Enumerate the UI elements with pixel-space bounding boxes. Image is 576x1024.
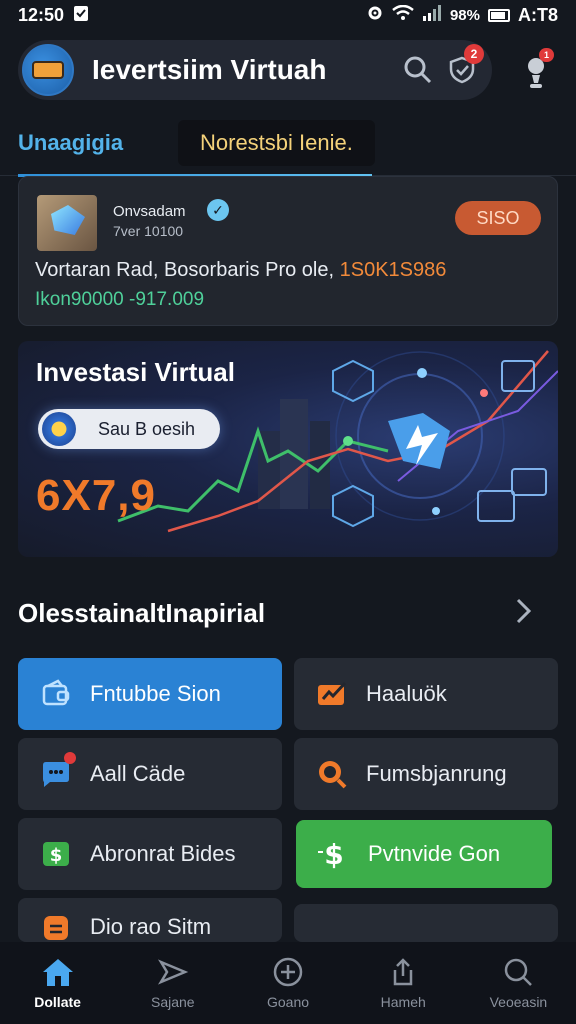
nav-share[interactable]: Hameh	[346, 942, 461, 1024]
svg-text:$: $	[50, 845, 63, 866]
search-icon	[404, 56, 432, 84]
battery-percent: 98%	[449, 6, 480, 24]
chat-icon	[38, 752, 76, 792]
shield-notifications-button[interactable]: 2	[440, 44, 484, 92]
notification-badge: 2	[464, 44, 484, 64]
app-title: Ievertsiim Virtuah	[92, 54, 327, 85]
notification-message: Vortaran Rad, Bosorbaris Pro ole, 1S0K1S…	[35, 259, 446, 282]
app-logo[interactable]	[22, 44, 74, 96]
signal-icon	[422, 4, 442, 26]
nav-home[interactable]: Dollate	[0, 942, 115, 1024]
tab-bar: Unaagigia Norestsbi Ienie.	[0, 118, 576, 177]
coin-icon	[42, 412, 76, 446]
hero-pill-label: Sau B oesih	[98, 418, 196, 439]
tile-2[interactable]: Haaluök	[294, 658, 558, 730]
hero-value: 6X7,9	[36, 471, 156, 520]
tile-2-label: Haaluök	[366, 681, 447, 706]
tile-5-label: Abronrat Bides	[90, 841, 236, 866]
nav-add[interactable]: Goano	[230, 942, 345, 1024]
hero-banner[interactable]: Investasi Virtual Sau B oesih 6X7,9	[18, 341, 558, 557]
bottom-navigation: Dollate Sajane Goano Hameh Veoeasin	[0, 942, 576, 1024]
tile-7-label: Dio rao Sitm	[90, 914, 212, 939]
tile-1[interactable]: Fntubbe Sion	[18, 658, 282, 730]
profile-badge: 1	[538, 48, 554, 62]
battery-icon	[488, 8, 510, 22]
document-icon	[38, 912, 74, 940]
notification-subtitle: 7ver 10100	[113, 223, 184, 239]
status-right-text: A:T8	[518, 4, 558, 25]
notification-message-accent: 1S0K1S986	[339, 259, 447, 281]
hero-title: Investasi Virtual	[36, 357, 235, 387]
home-icon	[42, 959, 73, 986]
logo-icon	[32, 61, 64, 79]
settings-status-icon	[366, 4, 384, 27]
verified-icon: ✓	[207, 199, 229, 221]
tile-6-label: Pvtnvide Gon	[368, 841, 501, 866]
tile-5[interactable]: $ Abronrat Bides	[18, 818, 282, 890]
wifi-icon	[392, 4, 414, 26]
tile-3-label: Aall Cäde	[90, 761, 186, 786]
nav-search[interactable]: Veoeasin	[461, 942, 576, 1024]
wallet-icon	[38, 676, 74, 712]
tile-3[interactable]: Aall Cäde	[18, 738, 282, 810]
section-title: OlesstainaltInapirial	[18, 598, 266, 628]
chevron-right-icon[interactable]	[514, 596, 534, 634]
tile-3-badge	[64, 752, 76, 764]
tile-4[interactable]: Fumsbjanrung	[294, 738, 558, 810]
search-coin-icon	[314, 756, 350, 792]
notification-card[interactable]: Onvsadam ✓ 7ver 10100 SISO Vortaran Rad,…	[18, 176, 558, 326]
nav-add-label: Goano	[266, 994, 310, 1010]
nav-send-label: Sajane	[151, 994, 195, 1010]
share-icon	[393, 958, 413, 986]
svg-text:$: $	[324, 838, 343, 870]
gem-icon	[51, 205, 85, 235]
search-button[interactable]	[396, 48, 440, 92]
nav-home-label: Dollate	[34, 994, 81, 1010]
nav-search-label: Veoeasin	[489, 994, 548, 1010]
clipboard-check-icon	[72, 4, 90, 27]
tile-7[interactable]: Dio rao Sitm	[18, 898, 282, 942]
chart-check-icon	[314, 676, 350, 712]
dollar-icon: $	[316, 836, 352, 872]
tile-8[interactable]	[294, 904, 558, 942]
status-time: 12:50	[18, 4, 65, 25]
tile-4-label: Fumsbjanrung	[366, 761, 507, 786]
tile-1-label: Fntubbe Sion	[90, 681, 221, 706]
money-icon: $	[38, 836, 74, 872]
notification-action-chip[interactable]: SISO	[455, 201, 541, 235]
tab-primary[interactable]: Unaagigia	[18, 130, 123, 156]
send-icon	[157, 959, 189, 985]
search-icon	[505, 958, 533, 986]
notification-amount: Ikon90000 -917.009	[35, 289, 205, 310]
nav-share-label: Hameh	[380, 994, 426, 1010]
notification-message-main: Vortaran Rad, Bosorbaris Pro ole,	[35, 259, 340, 281]
tab-secondary[interactable]: Norestsbi Ienie.	[178, 120, 375, 166]
status-bar: 12:50 98% A:T8	[0, 0, 576, 30]
app-header: Ievertsiim Virtuah 2	[18, 40, 492, 100]
tile-6[interactable]: $ Pvtnvide Gon	[296, 820, 552, 888]
nav-send[interactable]: Sajane	[115, 942, 230, 1024]
add-circle-icon	[273, 957, 303, 987]
notification-thumbnail	[37, 195, 97, 251]
notification-sender: Onvsadam	[113, 203, 186, 220]
profile-button[interactable]: 1	[514, 48, 558, 94]
hero-pill-button[interactable]: Sau B oesih	[38, 409, 220, 449]
